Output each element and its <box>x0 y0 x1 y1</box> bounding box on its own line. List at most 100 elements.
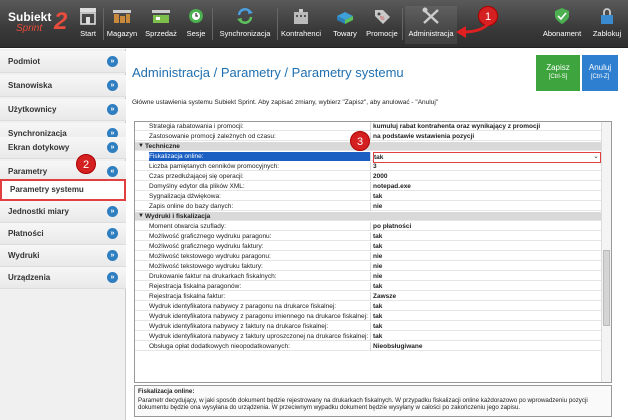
toolbar-sesje-label: Sesje <box>186 29 206 38</box>
help-title: Fiskalizacja online: <box>138 388 195 395</box>
grid-row[interactable]: Rejestracja fiskalna faktur: Zawsze <box>135 292 603 301</box>
warehouse-icon <box>113 10 131 23</box>
param-value-text: tak <box>373 303 383 310</box>
collapse-triangle-icon[interactable]: ▼ <box>138 212 144 221</box>
chevron-down-icon: » <box>107 80 118 91</box>
param-value-text: tak <box>373 243 383 250</box>
cancel-button[interactable]: Anuluj [Ctrl-Z] <box>582 55 618 91</box>
toolbar-start[interactable]: Start <box>76 6 100 44</box>
param-value[interactable]: tak <box>373 192 601 201</box>
save-button-label: Zapisz <box>546 63 570 72</box>
sidebar-item-label: Stanowiska <box>8 81 53 90</box>
annotation-badge-3: 3 <box>350 131 370 151</box>
grid-row[interactable]: Domyślny edytor dla plików XML: notepad.e… <box>135 182 603 191</box>
param-value[interactable]: 3 <box>373 162 601 171</box>
grid-row[interactable]: Wydruk identyfikatora nabywcy z faktury … <box>135 332 603 341</box>
grid-row[interactable]: Drukowanie faktur na drukarkach fiskalny… <box>135 272 603 281</box>
param-value[interactable]: nie <box>373 262 601 271</box>
sidebar-item-ekran-dotykowy[interactable]: Ekran dotykowy » <box>0 137 126 159</box>
param-value[interactable]: nie <box>373 202 601 211</box>
param-value[interactable]: Zawsze <box>373 292 601 301</box>
grid-row[interactable]: Wydruk identyfikatora nabywcy z paragonu… <box>135 312 603 321</box>
grid-row[interactable]: Możliwość tekstowego wydruku faktury: nie <box>135 262 603 271</box>
param-value[interactable]: tak <box>373 282 601 291</box>
grid-scrollbar[interactable] <box>601 122 611 382</box>
store-icon <box>80 8 96 25</box>
param-value-text: tak <box>373 283 383 290</box>
toolbar-synchronizacja[interactable]: Synchronizacja <box>218 6 272 44</box>
sidebar-item-wydruki[interactable]: Wydruki » <box>0 245 126 267</box>
grid-row[interactable]: Rejestracja fiskalna paragonów: tak <box>135 282 603 291</box>
sidebar-item-jednostki-miary[interactable]: Jednostki miary » <box>0 201 126 223</box>
grid-row[interactable]: Możliwość graficznego wydruku faktury: ta… <box>135 242 603 251</box>
param-value[interactable]: notepad.exe <box>373 182 601 191</box>
param-value-text: nie <box>373 273 383 280</box>
param-value[interactable]: tak <box>373 232 601 241</box>
sidebar-item-label: Podmiot <box>8 57 40 66</box>
grid-row[interactable]: Możliwość tekstowego wydruku paragonu: ni… <box>135 252 603 261</box>
param-value[interactable]: tak <box>373 302 601 311</box>
param-value-text: 2000 <box>373 173 388 180</box>
param-value-text: nie <box>373 263 383 270</box>
param-value[interactable]: 2000 <box>373 172 601 181</box>
param-value[interactable]: tak <box>373 312 601 321</box>
toolbar-towary[interactable]: Towary <box>330 6 360 44</box>
page-title: Administracja / Parametry / Parametry sy… <box>132 65 404 80</box>
scrollbar-thumb[interactable] <box>603 250 610 326</box>
param-value-text: kumuluj rabat kontrahenta oraz wynikając… <box>373 123 541 130</box>
tag-icon: % <box>375 10 390 24</box>
grid-row[interactable]: Wydruk identyfikatora nabywcy z faktury … <box>135 322 603 331</box>
sidebar-item-platnosci[interactable]: Płatności » <box>0 223 126 245</box>
grid-row[interactable]: Możliwość graficznego wydruku paragonu: t… <box>135 232 603 241</box>
param-value-text: tak <box>374 154 384 161</box>
param-value[interactable]: tak <box>373 322 601 331</box>
param-value[interactable]: kumuluj rabat kontrahenta oraz wynikając… <box>373 122 601 131</box>
toolbar-zablokuj[interactable]: Zablokuj <box>590 6 624 44</box>
grid-row[interactable]: Moment otwarcia szuflady: po płatności <box>135 222 603 231</box>
param-value[interactable]: tak <box>373 242 601 251</box>
toolbar-sprzedaz[interactable]: Sprzedaż <box>144 6 178 44</box>
toolbar-kontrahenci[interactable]: Kontrahenci <box>280 6 322 44</box>
grid-row-selected[interactable]: Fiskalizacja online: tak ⌄ <box>135 152 603 163</box>
toolbar-sesje[interactable]: Sesje <box>184 6 208 44</box>
toolbar-magazyn[interactable]: Magazyn <box>106 6 138 44</box>
toolbar-promocje[interactable]: % Promocje <box>366 6 398 44</box>
save-button[interactable]: Zapisz [Ctrl-S] <box>536 55 580 91</box>
param-name: Drukowanie faktur na drukarkach fiskalny… <box>149 272 371 281</box>
sidebar-item-parametry-systemu[interactable]: Parametry systemu <box>0 179 126 201</box>
param-value[interactable]: nie <box>373 272 601 281</box>
grid-group-header[interactable]: ▼ Wydruki i fiskalizacja <box>135 212 603 221</box>
building-icon <box>294 9 308 24</box>
toolbar-synchronizacja-label: Synchronizacja <box>219 29 271 38</box>
sidebar-item-stanowiska[interactable]: Stanowiska » <box>0 75 126 97</box>
param-value[interactable]: nie <box>373 252 601 261</box>
grid-row[interactable]: Obsługa opłat dodatkowych nieopodatkowan… <box>135 342 603 351</box>
param-name: Możliwość graficznego wydruku faktury: <box>149 242 371 251</box>
param-name: Możliwość tekstowego wydruku faktury: <box>149 262 371 271</box>
param-value[interactable]: tak <box>373 332 601 341</box>
annotation-arrow-1 <box>456 21 492 38</box>
grid-row[interactable]: Wydruk identyfikatora nabywcy z paragonu… <box>135 302 603 311</box>
grid-row[interactable]: Sygnalizacja dźwiękowa: tak <box>135 192 603 201</box>
param-value[interactable]: po płatności <box>373 222 601 231</box>
sidebar-item-urzadzenia[interactable]: Urządzenia » <box>0 267 126 289</box>
param-value[interactable]: Nieobsługiwane <box>373 342 601 351</box>
top-toolbar: Subiekt Sprint 2 Start Magazyn Sprzedaż … <box>0 0 628 48</box>
grid-row[interactable]: Liczba pamiętanych cenników promocyjnych… <box>135 162 603 171</box>
param-value[interactable]: na podstawie wstawienia pozycji <box>373 132 601 141</box>
grid-row[interactable]: Zapis online do bazy danych: nie <box>135 202 603 211</box>
help-text: Parametr decydujący, w jaki sposób dokum… <box>138 397 588 411</box>
param-name: Moment otwarcia szuflady: <box>149 222 371 231</box>
collapse-triangle-icon[interactable]: ▼ <box>138 142 144 151</box>
param-value-text: 3 <box>373 163 377 170</box>
grid-row[interactable]: Strategia rabatowania i promocji: kumuluj… <box>135 122 603 131</box>
grid-row[interactable]: Czas przedłużającej się operacji: 2000 <box>135 172 603 181</box>
sidebar-item-uzytkownicy[interactable]: Użytkownicy » <box>0 99 126 121</box>
param-value-text: na podstawie wstawienia pozycji <box>373 133 475 140</box>
logo-text: Subiekt <box>8 10 52 24</box>
toolbar-administracja[interactable]: Administracja <box>405 6 457 44</box>
toolbar-separator <box>103 8 104 40</box>
chevron-down-icon[interactable]: ⌄ <box>592 153 600 161</box>
sidebar-item-podmiot[interactable]: Podmiot » <box>0 51 126 73</box>
toolbar-abonament[interactable]: Abonament <box>540 6 584 44</box>
